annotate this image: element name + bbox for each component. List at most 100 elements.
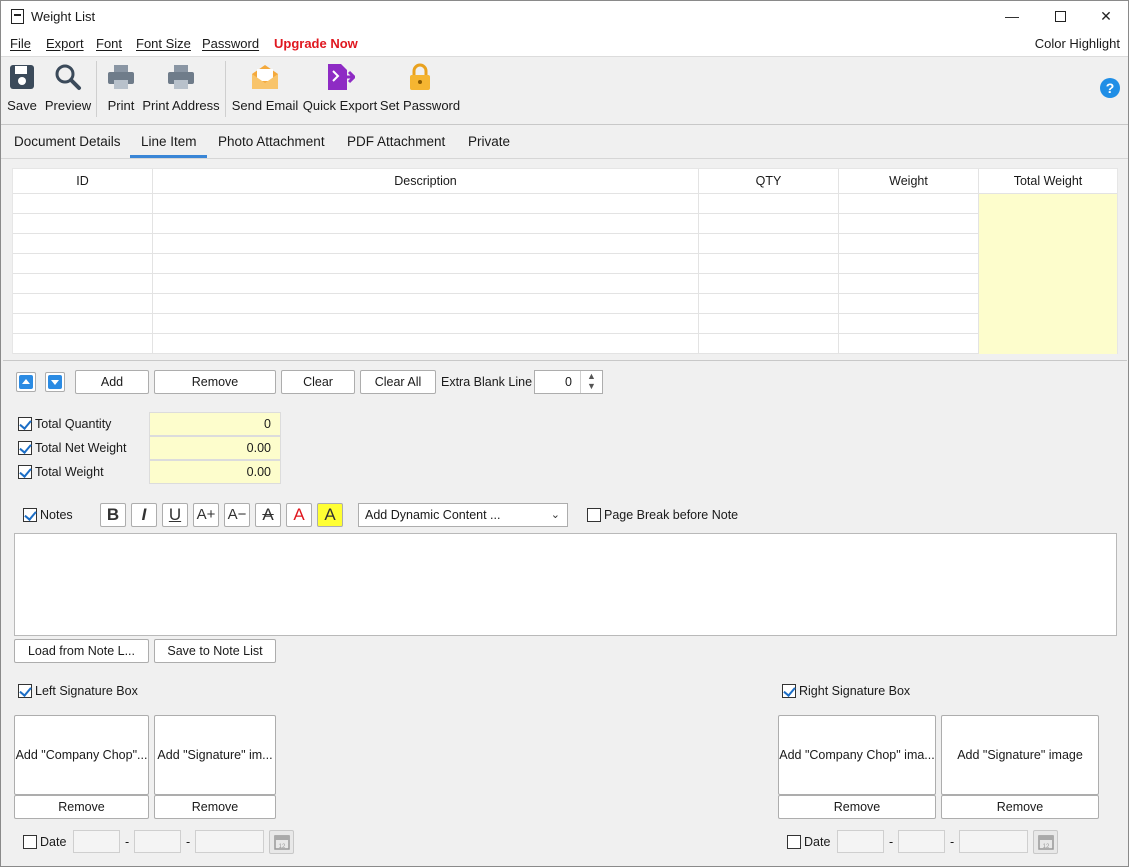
total-net-weight-checkbox[interactable] (18, 441, 32, 455)
left-date-checkbox[interactable] (23, 835, 37, 849)
clear-all-button[interactable]: Clear All (360, 370, 436, 394)
underline-button[interactable]: U (162, 503, 188, 527)
print-button[interactable]: Print (105, 58, 137, 120)
stepper-arrows-icon[interactable]: ▲ ▼ (580, 371, 602, 393)
table-cell[interactable] (13, 314, 153, 334)
close-button[interactable]: ✕ (1083, 1, 1129, 31)
column-header-total-weight[interactable]: Total Weight (979, 169, 1117, 194)
tab-pdf-attachment[interactable]: PDF Attachment (347, 134, 445, 149)
left-signature-remove-button[interactable]: Remove (154, 795, 276, 819)
left-date-month-field[interactable] (134, 830, 181, 853)
menu-export[interactable]: Export (46, 36, 84, 51)
table-cell[interactable] (13, 274, 153, 294)
table-cell[interactable] (13, 194, 153, 214)
left-signature-image-button[interactable]: Add "Signature" im... (154, 715, 276, 795)
dynamic-content-dropdown[interactable]: Add Dynamic Content ... ⌄ (358, 503, 568, 527)
right-company-chop-button[interactable]: Add "Company Chop" ima... (778, 715, 936, 795)
increase-font-button[interactable]: A+ (193, 503, 219, 527)
table-cell[interactable] (699, 194, 839, 214)
table-cell[interactable] (839, 254, 979, 274)
save-button[interactable]: Save (7, 58, 37, 120)
column-header-description[interactable]: Description (153, 169, 699, 194)
right-signature-remove-button[interactable]: Remove (941, 795, 1099, 819)
left-company-chop-remove-button[interactable]: Remove (14, 795, 149, 819)
table-cell[interactable] (153, 314, 699, 334)
strikethrough-button[interactable]: A (255, 503, 281, 527)
right-date-checkbox[interactable] (787, 835, 801, 849)
menu-upgrade-now[interactable]: Upgrade Now (274, 36, 358, 51)
table-row[interactable] (13, 234, 1117, 254)
right-company-chop-remove-button[interactable]: Remove (778, 795, 936, 819)
table-cell[interactable] (153, 334, 699, 354)
total-weight-checkbox[interactable] (18, 465, 32, 479)
column-header-qty[interactable]: QTY (699, 169, 839, 194)
table-cell[interactable] (13, 294, 153, 314)
help-icon[interactable]: ? (1100, 78, 1120, 98)
tab-photo-attachment[interactable]: Photo Attachment (218, 134, 325, 149)
maximize-button[interactable] (1037, 1, 1083, 31)
print-address-button[interactable]: Print Address (142, 58, 220, 120)
menu-file[interactable]: File (10, 36, 31, 51)
table-cell[interactable] (153, 234, 699, 254)
left-calendar-button[interactable]: 12 (269, 830, 294, 854)
tab-line-item[interactable]: Line Item (141, 134, 197, 149)
right-date-day-field[interactable] (837, 830, 884, 853)
table-cell[interactable] (13, 214, 153, 234)
right-date-year-field[interactable] (959, 830, 1028, 853)
table-row[interactable] (13, 294, 1117, 314)
table-cell[interactable] (839, 294, 979, 314)
move-down-button[interactable] (45, 372, 65, 392)
notes-textarea[interactable] (14, 533, 1117, 636)
load-from-note-list-button[interactable]: Load from Note L... (14, 639, 149, 663)
italic-button[interactable]: I (131, 503, 157, 527)
table-cell[interactable] (699, 214, 839, 234)
table-row[interactable] (13, 194, 1117, 214)
table-cell[interactable] (699, 234, 839, 254)
column-header-id[interactable]: ID (13, 169, 153, 194)
left-signature-checkbox[interactable] (18, 684, 32, 698)
table-cell[interactable] (153, 214, 699, 234)
extra-blank-line-stepper[interactable]: 0 ▲ ▼ (534, 370, 603, 394)
set-password-button[interactable]: Set Password (380, 58, 460, 120)
table-cell[interactable] (153, 294, 699, 314)
table-cell[interactable] (699, 274, 839, 294)
table-cell[interactable] (839, 234, 979, 254)
left-date-day-field[interactable] (73, 830, 120, 853)
total-quantity-checkbox[interactable] (18, 417, 32, 431)
table-row[interactable] (13, 274, 1117, 294)
decrease-font-button[interactable]: A− (224, 503, 250, 527)
preview-button[interactable]: Preview (45, 58, 91, 120)
table-cell[interactable] (839, 214, 979, 234)
table-row[interactable] (13, 254, 1117, 274)
table-cell[interactable] (839, 314, 979, 334)
font-color-button[interactable]: A (286, 503, 312, 527)
menu-font[interactable]: Font (96, 36, 122, 51)
right-signature-image-button[interactable]: Add "Signature" image (941, 715, 1099, 795)
table-row[interactable] (13, 214, 1117, 234)
quick-export-button[interactable]: Quick Export (303, 58, 377, 120)
right-calendar-button[interactable]: 12 (1033, 830, 1058, 854)
line-item-table[interactable]: ID Description QTY Weight Total Weight (12, 168, 1118, 354)
table-cell[interactable] (839, 334, 979, 354)
left-date-year-field[interactable] (195, 830, 264, 853)
add-row-button[interactable]: Add (75, 370, 149, 394)
remove-row-button[interactable]: Remove (154, 370, 276, 394)
bold-button[interactable]: B (100, 503, 126, 527)
menu-password[interactable]: Password (202, 36, 259, 51)
table-cell[interactable] (839, 194, 979, 214)
table-cell[interactable] (699, 254, 839, 274)
page-break-checkbox[interactable] (587, 508, 601, 522)
table-cell[interactable] (153, 274, 699, 294)
table-cell[interactable] (699, 334, 839, 354)
minimize-button[interactable]: — (989, 1, 1035, 31)
tab-private[interactable]: Private (468, 134, 510, 149)
table-cell[interactable] (699, 294, 839, 314)
right-signature-checkbox[interactable] (782, 684, 796, 698)
right-date-month-field[interactable] (898, 830, 945, 853)
table-cell[interactable] (13, 254, 153, 274)
send-email-button[interactable]: Send Email (232, 58, 298, 120)
table-cell[interactable] (13, 334, 153, 354)
table-cell[interactable] (839, 274, 979, 294)
table-row[interactable] (13, 334, 1117, 354)
save-to-note-list-button[interactable]: Save to Note List (154, 639, 276, 663)
